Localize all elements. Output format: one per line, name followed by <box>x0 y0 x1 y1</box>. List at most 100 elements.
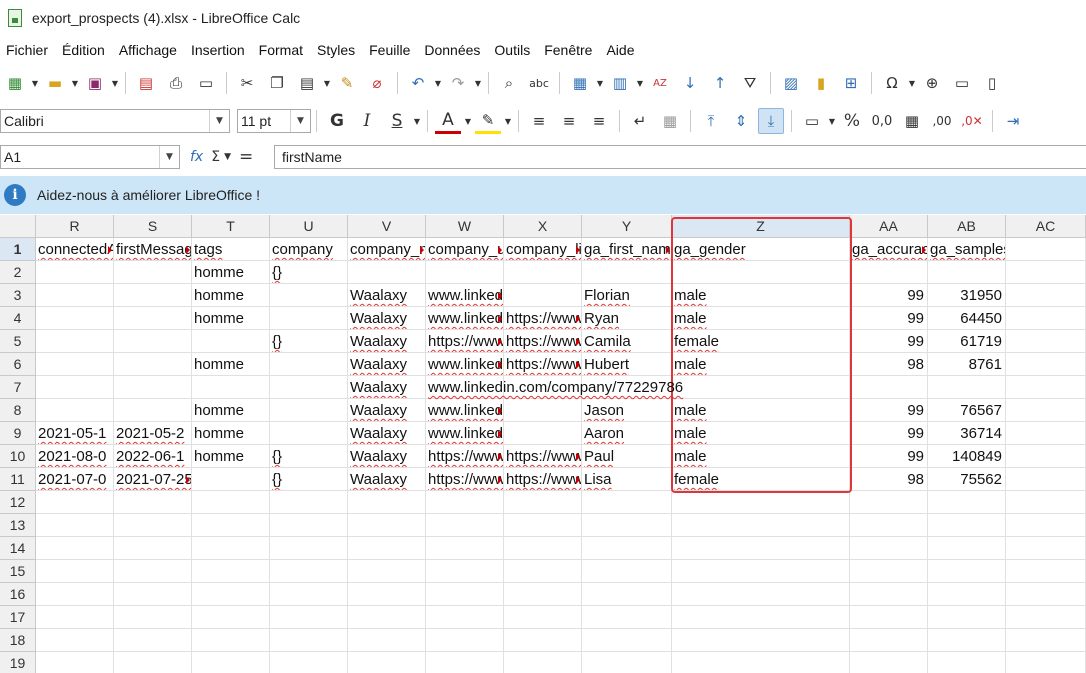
cell-r4[interactable] <box>36 307 114 330</box>
cell-r3[interactable] <box>36 284 114 307</box>
cell-r17[interactable] <box>36 606 114 629</box>
headers-footers-icon[interactable]: ▯ <box>979 70 1005 96</box>
cell-z12[interactable] <box>672 491 850 514</box>
cell-x5[interactable]: https://www <box>504 330 582 353</box>
undo-icon[interactable]: ↶ <box>405 70 431 96</box>
cell-x1[interactable]: company_linkedin <box>504 238 582 261</box>
cell-z17[interactable] <box>672 606 850 629</box>
paste-dropdown-icon[interactable]: ▼ <box>322 79 332 88</box>
cell-v10[interactable]: Waalaxy <box>348 445 426 468</box>
row-header-8[interactable]: 8 <box>0 399 36 422</box>
align-left-icon[interactable]: ≡ <box>526 108 552 134</box>
cut-icon[interactable]: ✂ <box>234 70 260 96</box>
cell-u15[interactable] <box>270 560 348 583</box>
cell-ab6[interactable]: 8761 <box>928 353 1006 376</box>
cell-u16[interactable] <box>270 583 348 606</box>
cell-y16[interactable] <box>582 583 672 606</box>
cell-t1[interactable]: tags <box>192 238 270 261</box>
merge-cells-icon[interactable]: ▦ <box>657 108 683 134</box>
row-header-17[interactable]: 17 <box>0 606 36 629</box>
row-header-1[interactable]: 1 <box>0 238 36 261</box>
cell-w8[interactable]: www.linkedin.com/company <box>426 399 504 422</box>
cell-z1[interactable]: ga_gender <box>672 238 850 261</box>
cell-t13[interactable] <box>192 514 270 537</box>
cell-z13[interactable] <box>672 514 850 537</box>
cell-y18[interactable] <box>582 629 672 652</box>
column-header-z[interactable]: Z <box>672 215 850 238</box>
cell-z19[interactable] <box>672 652 850 673</box>
cell-r14[interactable] <box>36 537 114 560</box>
column-header-u[interactable]: U <box>270 215 348 238</box>
cell-t3[interactable]: homme <box>192 284 270 307</box>
new-dropdown-icon[interactable]: ▼ <box>30 79 40 88</box>
cell-s3[interactable] <box>114 284 192 307</box>
cell-ac3[interactable] <box>1006 284 1086 307</box>
cell-ab7[interactable] <box>928 376 1006 399</box>
cell-t19[interactable] <box>192 652 270 673</box>
chevron-down-icon[interactable]: ▼ <box>290 110 310 132</box>
cell-t2[interactable]: homme <box>192 261 270 284</box>
column-header-t[interactable]: T <box>192 215 270 238</box>
cell-x10[interactable]: https://www <box>504 445 582 468</box>
cell-u13[interactable] <box>270 514 348 537</box>
column-header-aa[interactable]: AA <box>850 215 928 238</box>
cell-y11[interactable]: Lisa <box>582 468 672 491</box>
cell-t16[interactable] <box>192 583 270 606</box>
cell-x2[interactable] <box>504 261 582 284</box>
font-size-combo[interactable]: 11 pt ▼ <box>237 109 311 133</box>
cell-v11[interactable]: Waalaxy <box>348 468 426 491</box>
cell-r6[interactable] <box>36 353 114 376</box>
cell-u10[interactable]: {} <box>270 445 348 468</box>
row-header-15[interactable]: 15 <box>0 560 36 583</box>
cell-t17[interactable] <box>192 606 270 629</box>
delete-decimal-icon[interactable]: ,0✕ <box>959 108 985 134</box>
cell-u18[interactable] <box>270 629 348 652</box>
cell-y6[interactable]: Hubert <box>582 353 672 376</box>
column-header-w[interactable]: W <box>426 215 504 238</box>
cell-s15[interactable] <box>114 560 192 583</box>
chevron-down-icon[interactable]: ▼ <box>209 110 229 132</box>
currency-dropdown-icon[interactable]: ▼ <box>827 117 837 126</box>
cell-t9[interactable]: homme <box>192 422 270 445</box>
cell-r11[interactable]: 2021-07-0 <box>36 468 114 491</box>
cell-x3[interactable] <box>504 284 582 307</box>
cell-x19[interactable] <box>504 652 582 673</box>
cell-ac17[interactable] <box>1006 606 1086 629</box>
align-center-icon[interactable]: ≡ <box>556 108 582 134</box>
cell-z7[interactable] <box>672 376 850 399</box>
cell-v12[interactable] <box>348 491 426 514</box>
cell-v18[interactable] <box>348 629 426 652</box>
cell-w16[interactable] <box>426 583 504 606</box>
row-header-7[interactable]: 7 <box>0 376 36 399</box>
cell-v1[interactable]: company_name <box>348 238 426 261</box>
cell-x12[interactable] <box>504 491 582 514</box>
cell-z3[interactable]: male <box>672 284 850 307</box>
cell-ab14[interactable] <box>928 537 1006 560</box>
save-icon[interactable]: ▣ <box>82 70 108 96</box>
cell-aa9[interactable]: 99 <box>850 422 928 445</box>
align-right-icon[interactable]: ≡ <box>586 108 612 134</box>
cell-r5[interactable] <box>36 330 114 353</box>
cell-ac8[interactable] <box>1006 399 1086 422</box>
spreadsheet-grid[interactable]: RSTUVWXYZAAABAC 1connectedAtfirstMessaget… <box>0 215 1086 673</box>
sum-icon[interactable]: Σ <box>211 149 220 165</box>
column-header-ac[interactable]: AC <box>1006 215 1086 238</box>
cell-u7[interactable] <box>270 376 348 399</box>
cell-u6[interactable] <box>270 353 348 376</box>
cell-aa17[interactable] <box>850 606 928 629</box>
cell-s10[interactable]: 2022-06-1 <box>114 445 192 468</box>
cell-ab17[interactable] <box>928 606 1006 629</box>
cell-s1[interactable]: firstMessage <box>114 238 192 261</box>
row-header-16[interactable]: 16 <box>0 583 36 606</box>
special-character-dropdown-icon[interactable]: ▼ <box>907 79 917 88</box>
cell-ab8[interactable]: 76567 <box>928 399 1006 422</box>
cell-aa4[interactable]: 99 <box>850 307 928 330</box>
cell-r2[interactable] <box>36 261 114 284</box>
cell-ac9[interactable] <box>1006 422 1086 445</box>
cell-ac12[interactable] <box>1006 491 1086 514</box>
cell-ac7[interactable] <box>1006 376 1086 399</box>
cell-ab13[interactable] <box>928 514 1006 537</box>
font-color-dropdown-icon[interactable]: ▼ <box>463 117 473 126</box>
cell-u1[interactable]: company <box>270 238 348 261</box>
cell-s16[interactable] <box>114 583 192 606</box>
